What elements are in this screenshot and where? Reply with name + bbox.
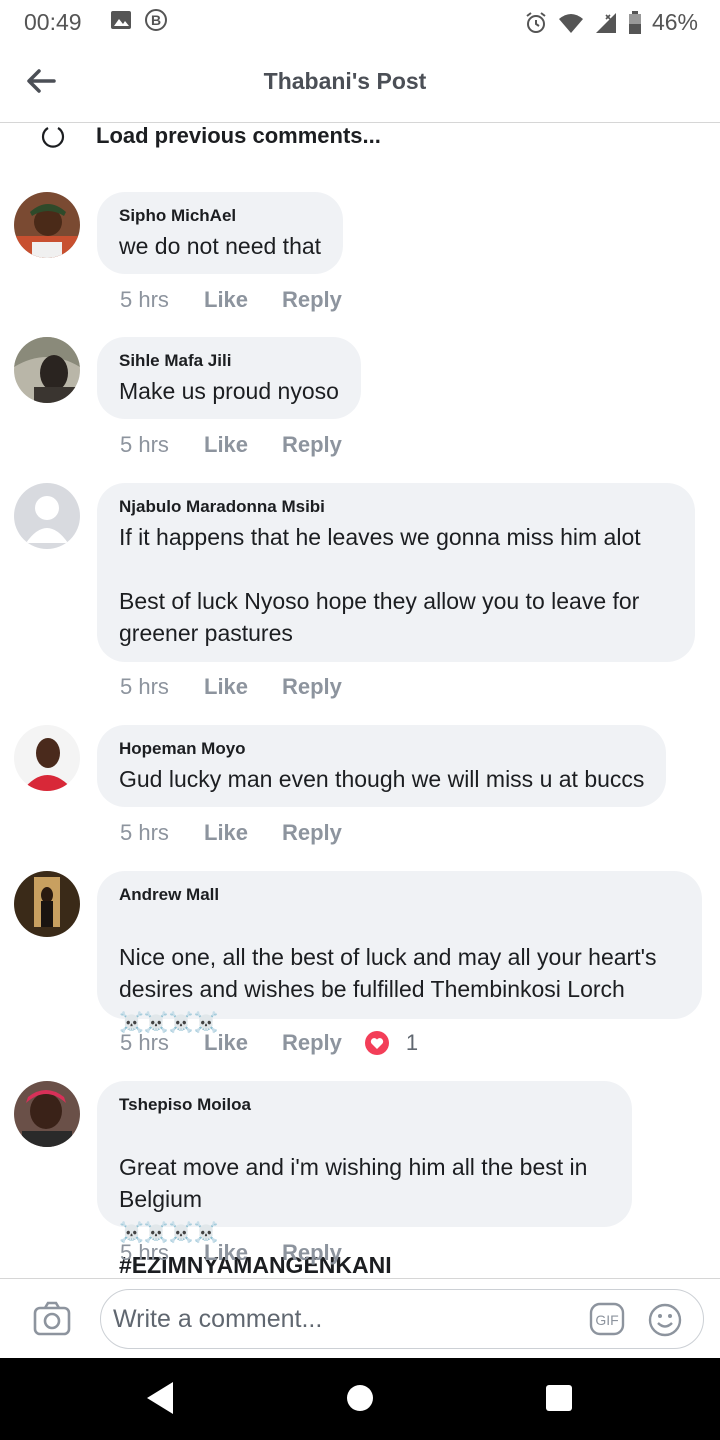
nav-home-icon[interactable]	[347, 1385, 373, 1411]
comment-bubble: Andrew Mall Nice one, all the best of lu…	[97, 871, 702, 1034]
comment-author[interactable]: Tshepiso Moiloa	[119, 1095, 610, 1115]
alarm-icon	[526, 11, 546, 33]
comment-author[interactable]: Hopeman Moyo	[119, 739, 644, 759]
b-notification-icon: B	[145, 9, 167, 31]
gif-icon[interactable]: GIF	[589, 1302, 625, 1336]
comment-author[interactable]: Sihle Mafa Jili	[119, 351, 339, 371]
comment-bubble: Tshepiso Moiloa Great move and i'm wishi…	[97, 1081, 632, 1278]
svg-text:GIF: GIF	[595, 1312, 618, 1328]
comment-bubble: Sipho MichAel we do not need that	[97, 192, 344, 274]
wifi-icon	[558, 13, 583, 33]
battery-percent: 46%	[651, 9, 698, 35]
comment-text: Nice one, all the best of luck and may a…	[119, 944, 657, 1002]
avatar[interactable]	[14, 725, 80, 791]
reply-button[interactable]: Reply	[282, 820, 342, 846]
comment-time: 5 hrs	[120, 1030, 169, 1055]
comment-placeholder: Write a comment...	[113, 1305, 323, 1333]
like-button[interactable]: Like	[204, 432, 282, 458]
comment-bubble: Hopeman Moyo Gud lucky man even though w…	[97, 725, 667, 807]
like-button[interactable]: Like	[204, 820, 282, 846]
camera-icon[interactable]	[32, 1299, 72, 1339]
emoji-icon[interactable]	[647, 1302, 683, 1338]
comment-composer: Write a comment... GIF	[0, 1278, 720, 1359]
like-button[interactable]: Like	[204, 1030, 282, 1056]
comment-text: Gud lucky man even though we will miss u…	[119, 766, 645, 792]
load-previous-comments[interactable]: Load previous comments...	[40, 118, 381, 154]
svg-text:B: B	[151, 12, 161, 28]
like-button[interactable]: Like	[204, 1240, 282, 1266]
comment-time: 5 hrs	[120, 820, 169, 845]
avatar[interactable]	[14, 337, 80, 403]
comment-author[interactable]: Njabulo Maradonna Msibi	[119, 497, 673, 517]
comment-text: Great move and i'm wishing him all the b…	[119, 1154, 588, 1212]
avatar[interactable]	[14, 483, 80, 549]
system-nav-bar	[0, 1358, 720, 1440]
nav-back-icon[interactable]	[145, 1380, 175, 1416]
comment-author[interactable]: Sipho MichAel	[119, 206, 321, 226]
love-reaction-icon	[364, 1031, 389, 1055]
header: Thabani's Post	[0, 44, 720, 123]
comment-time: 5 hrs	[120, 432, 169, 457]
reply-button[interactable]: Reply	[282, 287, 342, 313]
status-time: 00:49	[24, 9, 82, 35]
comment-input[interactable]: Write a comment... GIF	[100, 1289, 704, 1349]
reaction-summary[interactable]: 1	[364, 1030, 418, 1056]
avatar[interactable]	[14, 1081, 80, 1147]
comment-time: 5 hrs	[120, 287, 169, 312]
reply-button[interactable]: Reply	[282, 674, 342, 700]
nav-recents-icon[interactable]	[546, 1385, 572, 1411]
battery-icon	[628, 10, 641, 34]
comment-text: If it happens that he leaves we gonna mi…	[119, 524, 641, 646]
avatar[interactable]	[14, 192, 80, 258]
avatar[interactable]	[14, 871, 80, 937]
comment-bubble: Sihle Mafa Jili Make us proud nyoso	[97, 337, 361, 419]
image-notification-icon	[111, 11, 131, 29]
like-button[interactable]: Like	[204, 287, 282, 313]
comment-text: we do not need that	[119, 233, 322, 259]
comment-time: 5 hrs	[120, 674, 169, 699]
page-title: Thabani's Post	[263, 68, 427, 94]
reply-button[interactable]: Reply	[282, 1030, 342, 1056]
load-previous-label: Load previous comments...	[96, 123, 381, 148]
reaction-count: 1	[405, 1030, 419, 1055]
comment-time: 5 hrs	[120, 1240, 169, 1265]
comment-author[interactable]: Andrew Mall	[119, 885, 680, 905]
comment-text: Make us proud nyoso	[119, 378, 339, 404]
cell-signal-icon	[595, 12, 616, 33]
status-bar: 00:49 B 46%	[0, 0, 720, 44]
like-button[interactable]: Like	[204, 674, 282, 700]
comment-bubble: Njabulo Maradonna Msibi If it happens th…	[97, 483, 695, 662]
refresh-icon	[41, 127, 65, 148]
reply-button[interactable]: Reply	[282, 432, 342, 458]
reply-button[interactable]: Reply	[282, 1240, 342, 1266]
